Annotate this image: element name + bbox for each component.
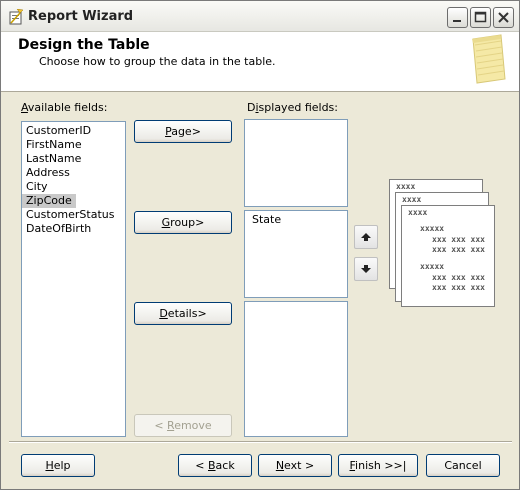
- arrow-up-icon: [361, 233, 371, 241]
- details-fields-list[interactable]: [244, 301, 348, 437]
- list-item[interactable]: CustomerStatus: [22, 208, 125, 222]
- maximize-button[interactable]: [470, 7, 491, 28]
- preview-text: xxx xxx xxx: [432, 273, 485, 282]
- arrow-down-icon: [361, 265, 371, 273]
- maximize-icon: [474, 11, 487, 23]
- back-button[interactable]: < Back: [178, 454, 252, 477]
- preview-text: xxxx: [402, 195, 422, 204]
- page-subtitle: Choose how to group the data in the tabl…: [39, 55, 276, 68]
- report-wizard-window: Report Wizard Design the Table Choose ho…: [0, 0, 520, 490]
- page-title: Design the Table: [18, 37, 150, 53]
- help-button[interactable]: Help: [21, 454, 95, 477]
- preview-page-front: xxxx xxxxx xxx xxx xxx xxx xxx xxx xxxxx…: [401, 205, 495, 307]
- preview-text: xxx xxx xxx: [432, 235, 485, 244]
- page-button[interactable]: Page>: [134, 120, 232, 143]
- minimize-icon: [453, 20, 461, 22]
- details-button[interactable]: Details>: [134, 302, 232, 325]
- window-title: Report Wizard: [28, 9, 134, 24]
- close-icon: [498, 12, 509, 23]
- preview-text: xxxx: [396, 182, 416, 191]
- list-item[interactable]: Address: [22, 166, 125, 180]
- footer-separator: [9, 441, 512, 443]
- minimize-button[interactable]: [447, 7, 468, 28]
- available-fields-list[interactable]: CustomerID FirstName LastName Address Ci…: [21, 121, 126, 437]
- available-fields-label: Available fields:: [21, 101, 108, 114]
- page-fields-list[interactable]: [244, 119, 348, 207]
- group-fields-list[interactable]: State: [244, 210, 348, 298]
- preview-text: xxxxx: [420, 224, 445, 233]
- list-item-selected[interactable]: ZipCode: [22, 194, 76, 208]
- group-button[interactable]: Group>: [134, 211, 232, 234]
- report-notepad-icon: [472, 34, 506, 84]
- close-button[interactable]: [493, 7, 514, 28]
- wizard-header: Design the Table Choose how to group the…: [1, 32, 519, 92]
- wizard-app-icon: [9, 9, 24, 25]
- cancel-button[interactable]: Cancel: [426, 454, 500, 477]
- title-bar[interactable]: Report Wizard: [1, 1, 519, 32]
- finish-button[interactable]: Finish >>|: [338, 454, 418, 477]
- move-down-button[interactable]: [354, 257, 378, 281]
- list-item[interactable]: State: [248, 213, 344, 227]
- list-item[interactable]: FirstName: [22, 138, 125, 152]
- move-up-button[interactable]: [354, 225, 378, 249]
- list-item[interactable]: City: [22, 180, 125, 194]
- displayed-fields-label: Displayed fields:: [247, 101, 338, 114]
- preview-text: xxxx: [408, 208, 428, 217]
- next-button[interactable]: Next >: [258, 454, 332, 477]
- preview-text: xxx xxx xxx: [432, 283, 485, 292]
- layout-preview: xxxx xxxx xxxx xxxxx xxx xxx xxx xxx xxx…: [389, 179, 497, 309]
- remove-button[interactable]: < Remove: [134, 414, 232, 437]
- preview-text: xxx xxx xxx: [432, 245, 485, 254]
- list-item[interactable]: CustomerID: [22, 124, 125, 138]
- list-item[interactable]: LastName: [22, 152, 125, 166]
- preview-text: xxxxx: [420, 262, 445, 271]
- list-item[interactable]: DateOfBirth: [22, 222, 125, 236]
